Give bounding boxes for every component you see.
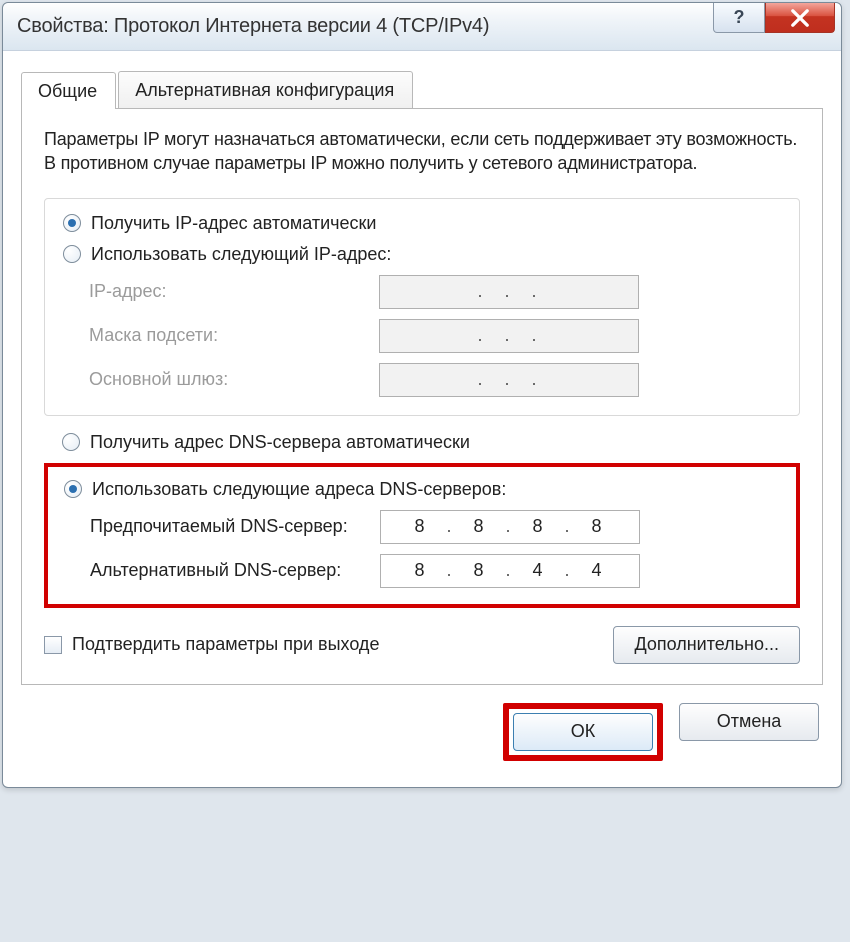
window-buttons: ? — [713, 3, 841, 33]
subnet-mask-input: ... — [379, 319, 639, 353]
subnet-mask-label: Маска подсети: — [89, 325, 379, 346]
help-button[interactable]: ? — [713, 3, 765, 33]
radio-icon — [62, 433, 80, 451]
gateway-input: ... — [379, 363, 639, 397]
tab-page-general: Параметры IP могут назначаться автоматич… — [21, 109, 823, 685]
radio-dns-auto[interactable]: Получить адрес DNS-сервера автоматически — [62, 432, 800, 453]
checkbox-icon — [44, 636, 62, 654]
radio-dns-manual-label: Использовать следующие адреса DNS-сервер… — [92, 479, 506, 500]
ok-button[interactable]: ОК — [513, 713, 653, 751]
ip-address-input: ... — [379, 275, 639, 309]
dns-alternate-label: Альтернативный DNS-сервер: — [90, 560, 380, 581]
tabstrip: Общие Альтернативная конфигурация — [21, 71, 823, 109]
close-icon — [791, 9, 809, 27]
field-subnet-mask: Маска подсети: ... — [89, 319, 781, 353]
radio-dns-manual[interactable]: Использовать следующие адреса DNS-сервер… — [64, 479, 780, 500]
client-area: Общие Альтернативная конфигурация Параме… — [3, 51, 841, 787]
dns-preferred-input[interactable]: 8. 8. 8. 8 — [380, 510, 640, 544]
dialog-footer: ОК Отмена — [21, 685, 823, 763]
octet: 8 — [414, 560, 428, 581]
ip-group: Получить IP-адрес автоматически Использо… — [44, 198, 800, 416]
window-title: Свойства: Протокол Интернета версии 4 (T… — [17, 15, 489, 38]
radio-ip-manual-label: Использовать следующий IP-адрес: — [91, 244, 391, 265]
titlebar: Свойства: Протокол Интернета версии 4 (T… — [3, 3, 841, 51]
radio-dns-auto-label: Получить адрес DNS-сервера автоматически — [90, 432, 470, 453]
octet: 8 — [473, 560, 487, 581]
octet: 4 — [533, 560, 547, 581]
intro-text: Параметры IP могут назначаться автоматич… — [44, 127, 800, 176]
radio-icon — [63, 245, 81, 263]
tab-alt-config[interactable]: Альтернативная конфигурация — [118, 71, 413, 108]
octet: 8 — [473, 516, 487, 537]
field-dns-alternate: Альтернативный DNS-сервер: 8. 8. 4. 4 — [90, 554, 780, 588]
octet: 8 — [533, 516, 547, 537]
radio-ip-auto[interactable]: Получить IP-адрес автоматически — [63, 213, 781, 234]
field-ip-address: IP-адрес: ... — [89, 275, 781, 309]
octet: 8 — [414, 516, 428, 537]
validate-checkbox-row[interactable]: Подтвердить параметры при выходе — [44, 634, 379, 655]
tab-general[interactable]: Общие — [21, 72, 116, 109]
dns-alternate-input[interactable]: 8. 8. 4. 4 — [380, 554, 640, 588]
dns-preferred-label: Предпочитаемый DNS-сервер: — [90, 516, 380, 537]
advanced-button[interactable]: Дополнительно... — [613, 626, 800, 664]
validate-label: Подтвердить параметры при выходе — [72, 634, 379, 655]
octet: 8 — [592, 516, 606, 537]
close-button[interactable] — [765, 3, 835, 33]
cancel-button[interactable]: Отмена — [679, 703, 819, 741]
gateway-label: Основной шлюз: — [89, 369, 379, 390]
dns-manual-block: Использовать следующие адреса DNS-сервер… — [44, 463, 800, 608]
octet: 4 — [592, 560, 606, 581]
field-dns-preferred: Предпочитаемый DNS-сервер: 8. 8. 8. 8 — [90, 510, 780, 544]
radio-ip-auto-label: Получить IP-адрес автоматически — [91, 213, 377, 234]
ip-address-label: IP-адрес: — [89, 281, 379, 302]
radio-icon — [63, 214, 81, 232]
radio-ip-manual[interactable]: Использовать следующий IP-адрес: — [63, 244, 781, 265]
ok-highlight: ОК — [503, 703, 663, 761]
dialog-window: Свойства: Протокол Интернета версии 4 (T… — [2, 2, 842, 788]
bottom-row: Подтвердить параметры при выходе Дополни… — [44, 626, 800, 664]
radio-icon — [64, 480, 82, 498]
field-gateway: Основной шлюз: ... — [89, 363, 781, 397]
